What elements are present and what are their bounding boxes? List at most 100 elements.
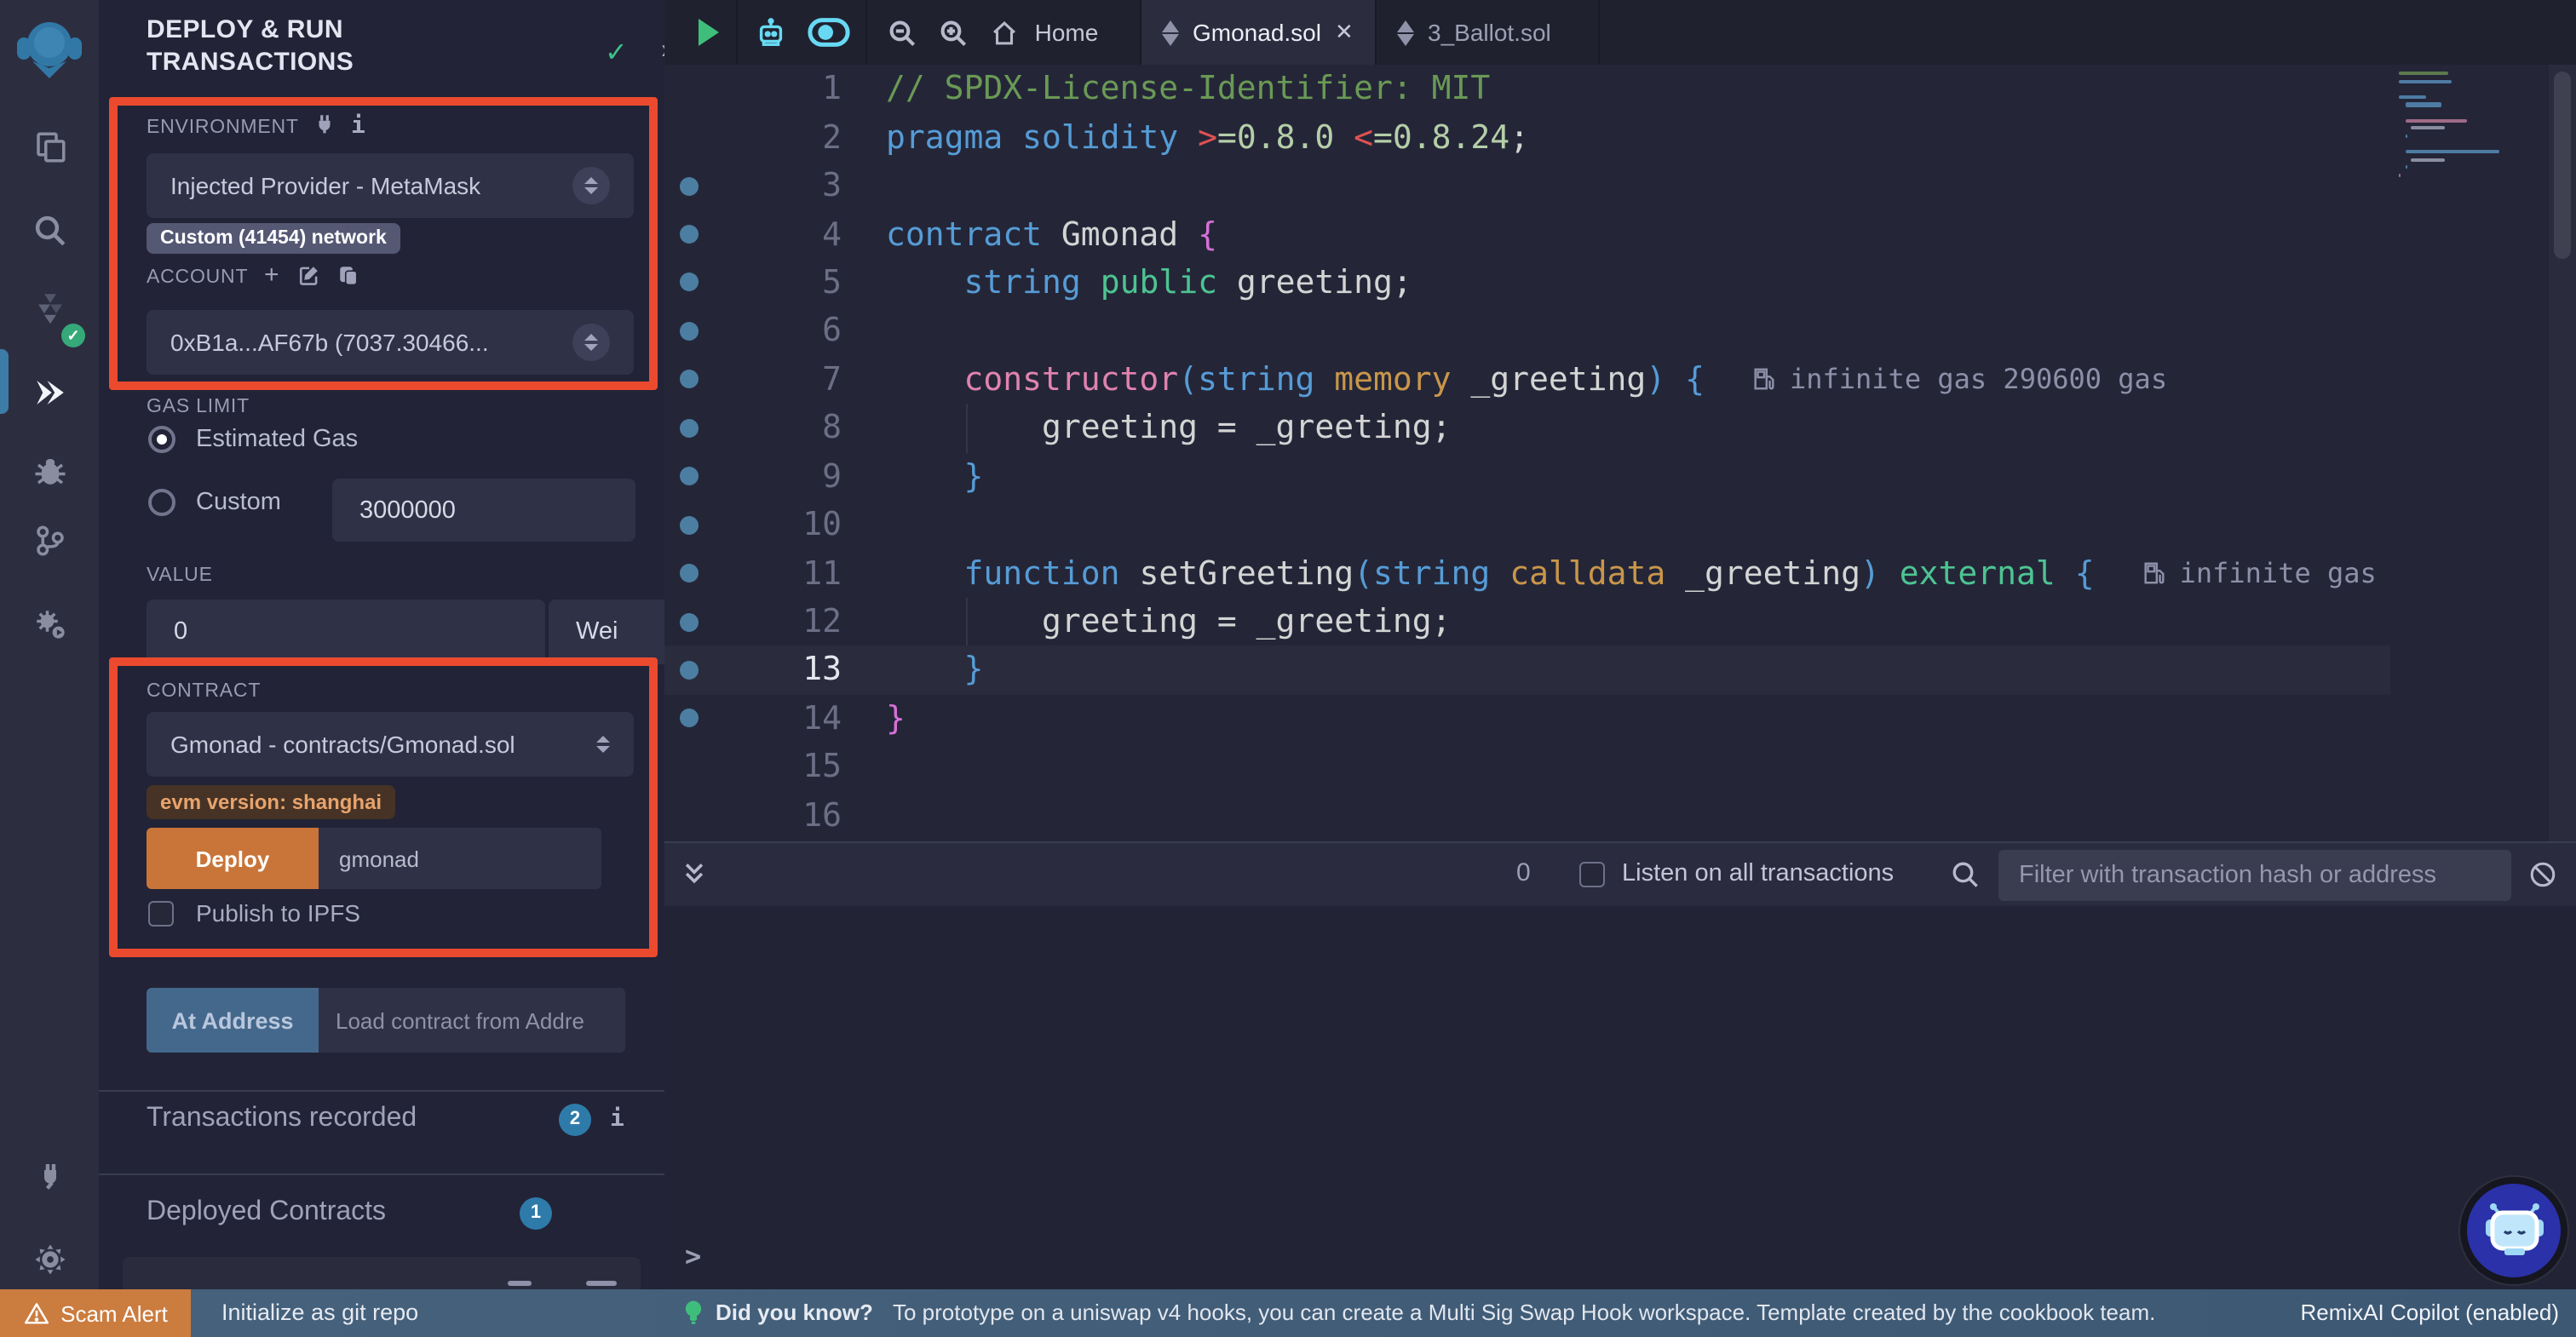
publish-ipfs-checkbox[interactable]: [148, 901, 174, 927]
panel-check-icon: ✓: [605, 36, 628, 70]
add-account-icon[interactable]: +: [264, 261, 279, 290]
editor-scrollbar[interactable]: [2549, 65, 2576, 841]
zoom-in-icon[interactable]: [927, 0, 978, 65]
publish-ipfs-label: Publish to IPFS: [196, 899, 360, 927]
code-line: 15: [664, 743, 2390, 791]
search-icon[interactable]: [0, 196, 99, 264]
gas-limit-label: GAS LIMIT: [147, 397, 250, 417]
plug-icon[interactable]: [313, 112, 336, 135]
line-number: 12: [712, 603, 842, 640]
account-select[interactable]: 0xB1a...AF67b (7037.30466...: [147, 310, 634, 375]
code-line: 10: [664, 501, 2390, 549]
at-address-button[interactable]: At Address: [147, 988, 319, 1053]
compile-success-badge: ✓: [61, 324, 85, 347]
deploy-arg-input[interactable]: gmonad: [319, 828, 601, 889]
line-number: 13: [712, 651, 842, 689]
line-number: 8: [712, 410, 842, 447]
terminal-prompt: >: [685, 1240, 701, 1272]
terminal-collapse-icon[interactable]: [681, 860, 707, 887]
code-line: 5 string public greeting;: [664, 259, 2390, 307]
minimap[interactable]: [2395, 65, 2549, 286]
editor-tabbar: Home Gmonad.sol ✕ 3_Ballot.sol: [664, 0, 2576, 65]
code-line: 7 constructor(string memory _greeting) {…: [664, 355, 2390, 404]
account-label: ACCOUNT: [147, 267, 248, 288]
environment-select[interactable]: Injected Provider - MetaMask: [147, 153, 634, 218]
custom-gas-input[interactable]: 3000000: [332, 479, 635, 542]
code-line: 1// SPDX-License-Identifier: MIT: [664, 65, 2390, 113]
at-address-input[interactable]: Load contract from Addre: [319, 988, 625, 1053]
close-tab-icon[interactable]: ✕: [1335, 19, 1354, 46]
gutter-dot: [679, 322, 698, 341]
status-bar: Scam Alert Initialize as git repo Did yo…: [0, 1289, 2576, 1337]
gutter-dot: [679, 176, 698, 195]
line-number: 16: [712, 797, 842, 835]
deploy-and-run-icon[interactable]: [0, 358, 99, 426]
copilot-toggle-icon[interactable]: [797, 0, 859, 65]
home-tab[interactable]: Home: [1026, 0, 1107, 65]
line-number: 6: [712, 313, 842, 350]
gutter-dot: [679, 273, 698, 292]
deploy-run-panel: DEPLOY & RUN TRANSACTIONS ✓ › ENVIRONMEN…: [99, 0, 664, 1289]
ai-copilot-bubble[interactable]: [2460, 1177, 2567, 1284]
git-init-button[interactable]: Initialize as git repo: [221, 1300, 418, 1325]
estimated-gas-radio[interactable]: [148, 426, 175, 453]
remix-logo[interactable]: [12, 10, 87, 92]
run-script-icon[interactable]: [678, 0, 739, 65]
plugin-runner-icon[interactable]: [0, 589, 99, 657]
network-badge: Custom (41454) network: [147, 223, 400, 254]
chevron-updown-icon: [596, 736, 610, 753]
gutter-dot: [679, 419, 698, 438]
line-number: 1: [712, 70, 842, 107]
code-line: 2pragma solidity >=0.8.0 <=0.8.24;: [664, 113, 2390, 162]
tab-ballot-sol[interactable]: 3_Ballot.sol: [1377, 0, 1598, 65]
solidity-compiler-icon[interactable]: ✓: [0, 273, 99, 341]
divider: [99, 1173, 664, 1175]
value-input[interactable]: 0: [147, 600, 545, 664]
chevron-updown-icon: [572, 167, 610, 204]
listen-all-checkbox[interactable]: [1579, 862, 1605, 887]
environment-info-icon[interactable]: i: [351, 112, 365, 140]
contract-label: CONTRACT: [147, 681, 261, 702]
home-icon[interactable]: [981, 0, 1026, 65]
source-control-icon[interactable]: [0, 506, 99, 574]
gutter-dot: [679, 661, 698, 680]
clear-filter-icon[interactable]: [2528, 860, 2557, 889]
code-lines: 1// SPDX-License-Identifier: MIT2pragma …: [664, 65, 2576, 841]
tab-gmonad-sol[interactable]: Gmonad.sol ✕: [1141, 0, 1375, 65]
edit-account-icon[interactable]: [298, 264, 320, 286]
scam-alert-button[interactable]: Scam Alert: [0, 1289, 191, 1337]
ai-assistant-icon[interactable]: [743, 0, 797, 65]
terminal-header: 0 Listen on all transactions Filter with…: [664, 841, 2576, 906]
custom-gas-radio[interactable]: [148, 489, 175, 516]
evm-version-badge: evm version: shanghai: [147, 785, 395, 819]
code-line: 4contract Gmonad {: [664, 210, 2390, 259]
line-number: 9: [712, 457, 842, 495]
code-area[interactable]: 1// SPDX-License-Identifier: MIT2pragma …: [664, 65, 2576, 841]
settings-icon[interactable]: [0, 1225, 99, 1293]
terminal-tx-count: 0: [1516, 858, 1531, 887]
contract-select[interactable]: Gmonad - contracts/Gmonad.sol: [147, 712, 634, 777]
terminal-body[interactable]: >: [664, 906, 2576, 1289]
terminal-search-icon[interactable]: [1951, 860, 1980, 889]
contract-value: Gmonad - contracts/Gmonad.sol: [170, 731, 596, 758]
environment-label: ENVIRONMENT: [147, 118, 299, 138]
debugger-icon[interactable]: [0, 436, 99, 504]
plugin-manager-icon[interactable]: [0, 1141, 99, 1209]
code-line: 6: [664, 307, 2390, 355]
copilot-status[interactable]: RemixAI Copilot (enabled): [2301, 1300, 2559, 1325]
terminal-filter-input[interactable]: Filter with transaction hash or address: [1998, 850, 2511, 901]
activity-bar: ✓: [0, 0, 99, 1289]
transactions-info-icon[interactable]: i: [610, 1105, 624, 1133]
gutter-dot: [679, 467, 698, 485]
custom-gas-label: Custom: [196, 489, 281, 516]
deploy-button[interactable]: Deploy: [147, 828, 319, 889]
code-line: 11 function setGreeting(string calldata …: [664, 549, 2390, 598]
zoom-out-icon[interactable]: [876, 0, 927, 65]
account-value: 0xB1a...AF67b (7037.30466...: [170, 329, 572, 356]
chevron-updown-icon: [572, 324, 610, 361]
panel-title: DEPLOY & RUN TRANSACTIONS: [147, 14, 504, 78]
file-explorer-icon[interactable]: [0, 112, 99, 181]
code-line: 14}: [664, 694, 2390, 743]
line-number: 2: [712, 118, 842, 156]
copy-account-icon[interactable]: [337, 264, 359, 286]
